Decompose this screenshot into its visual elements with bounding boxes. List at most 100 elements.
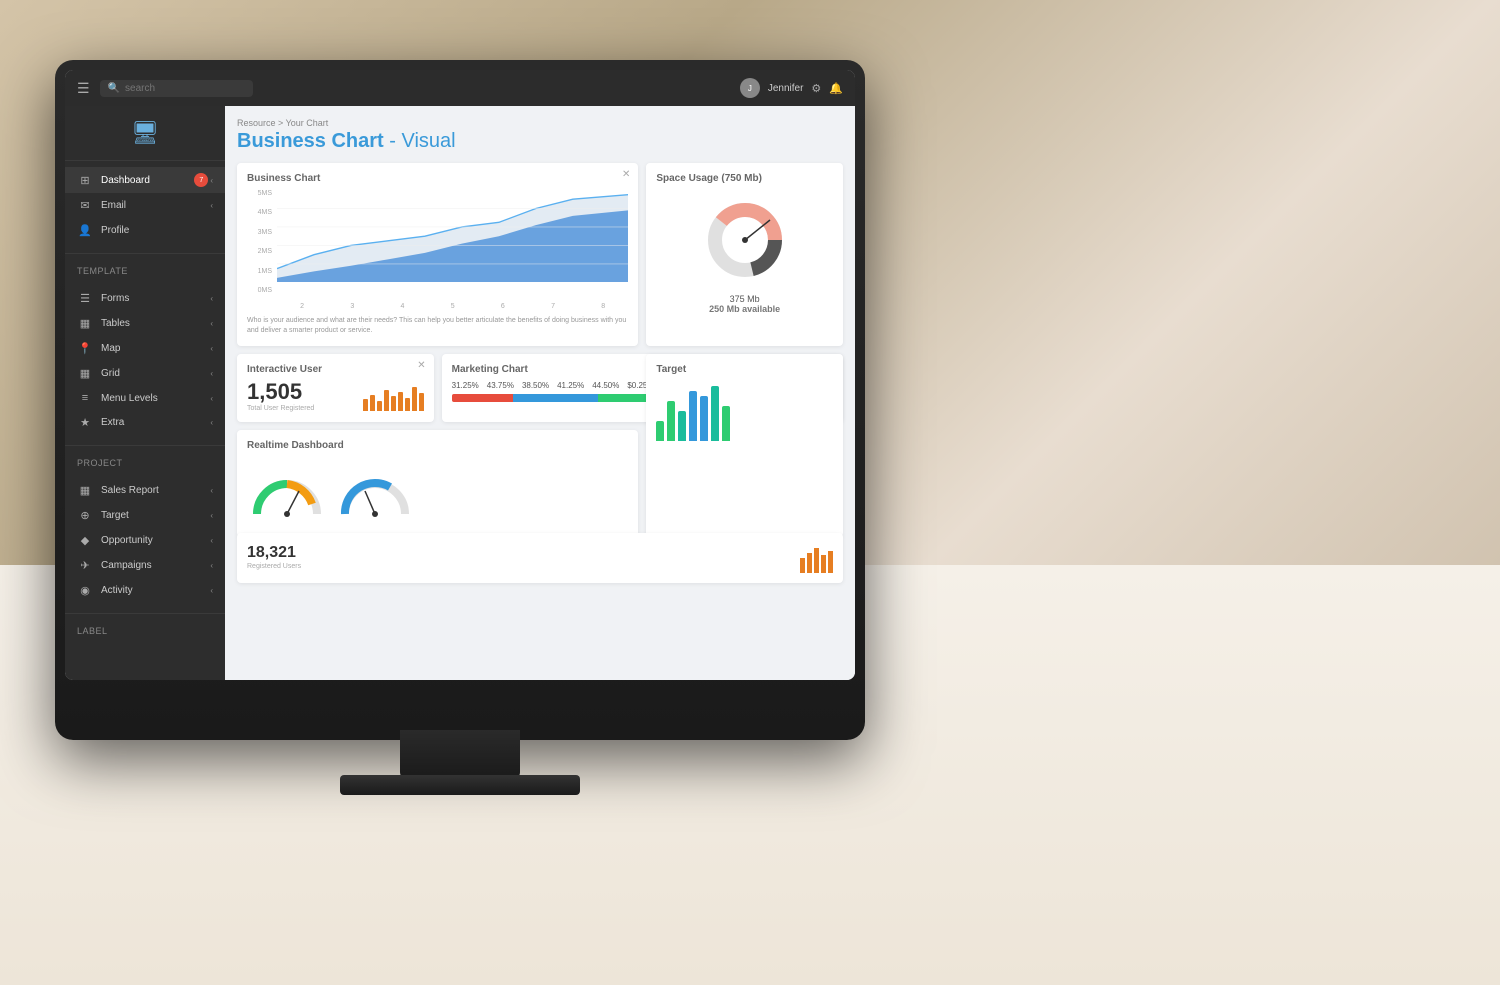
gauge-chart xyxy=(247,459,327,524)
sidebar-item-target[interactable]: ⊕ Target ‹ xyxy=(65,503,225,528)
page-title-prefix: Business Chart xyxy=(237,130,389,152)
chevron-icon: ‹ xyxy=(210,344,213,353)
card-realtime-dashboard: Realtime Dashboard xyxy=(237,430,638,537)
bar xyxy=(722,406,730,441)
y-label: 1MS xyxy=(247,268,275,275)
bar xyxy=(405,398,410,412)
breadcrumb: Resource > Your Chart xyxy=(237,118,843,128)
sidebar-item-menu-levels[interactable]: ≡ Menu Levels ‹ xyxy=(65,386,225,410)
chevron-icon: ‹ xyxy=(210,294,213,303)
chevron-icon: ‹ xyxy=(210,486,213,495)
y-label: 2MS xyxy=(247,248,275,255)
dashboard-badge: 7 xyxy=(194,173,208,187)
page-title: Business Chart - Visual xyxy=(237,130,843,153)
y-label: 0MS xyxy=(247,287,275,294)
chevron-icon: ‹ xyxy=(210,176,213,185)
sidebar-item-profile[interactable]: 👤 Profile xyxy=(65,218,225,243)
bar xyxy=(391,396,396,411)
map-icon: 📍 xyxy=(77,342,93,355)
chevron-icon: ‹ xyxy=(210,394,213,403)
hamburger-icon[interactable]: ☰ xyxy=(77,80,90,97)
x-axis-labels: 2 3 4 5 6 7 8 xyxy=(277,303,628,310)
chevron-icon: ‹ xyxy=(210,369,213,378)
x-label: 2 xyxy=(300,303,304,310)
x-label: 5 xyxy=(451,303,455,310)
monitor: ☰ 🔍 J Jennifer ⚙ 🔔 � xyxy=(55,60,865,740)
sidebar-item-map[interactable]: 📍 Map ‹ xyxy=(65,336,225,361)
sidebar-item-grid[interactable]: ▦ Grid ‹ xyxy=(65,361,225,386)
divider xyxy=(65,445,225,446)
bar-segment xyxy=(513,394,598,402)
campaigns-icon: ✈ xyxy=(77,559,93,572)
x-label: 3 xyxy=(350,303,354,310)
card-close-button[interactable]: ✕ xyxy=(417,360,425,371)
bar-segment xyxy=(452,394,513,402)
grid-icon: ▦ xyxy=(77,367,93,380)
topbar-right: J Jennifer ⚙ 🔔 xyxy=(740,78,843,98)
sidebar-item-campaigns[interactable]: ✈ Campaigns ‹ xyxy=(65,553,225,578)
bar xyxy=(667,401,675,441)
sidebar-item-label: Menu Levels xyxy=(101,393,208,404)
sidebar-item-label: Campaigns xyxy=(101,560,208,571)
user-count-label: Total User Registered xyxy=(247,405,314,412)
sidebar-item-extra[interactable]: ★ Extra ‹ xyxy=(65,410,225,435)
chevron-icon: ‹ xyxy=(210,561,213,570)
pct-label: 44.50% xyxy=(592,381,619,390)
divider xyxy=(65,253,225,254)
area-chart-svg xyxy=(277,190,628,282)
pct-label: 41.25% xyxy=(557,381,584,390)
monitor-base xyxy=(340,775,580,795)
space-used: 375 Mb xyxy=(656,294,833,304)
avatar: J xyxy=(740,78,760,98)
page-title-suffix: - Visual xyxy=(389,130,455,152)
sidebar-item-label: Map xyxy=(101,343,208,354)
sidebar-item-forms[interactable]: ☰ Forms ‹ xyxy=(65,286,225,311)
sidebar-item-label: Forms xyxy=(101,293,208,304)
sidebar-item-sales-report[interactable]: ▦ Sales Report ‹ xyxy=(65,478,225,503)
x-label: 4 xyxy=(401,303,405,310)
x-label: 6 xyxy=(501,303,505,310)
card-close-button[interactable]: ✕ xyxy=(622,169,630,180)
bar xyxy=(412,387,417,411)
sidebar-item-activity[interactable]: ◉ Activity ‹ xyxy=(65,578,225,603)
sidebar-item-tables[interactable]: ▦ Tables ‹ xyxy=(65,311,225,336)
sidebar-section-project-label: Project xyxy=(65,450,225,472)
sidebar-item-opportunity[interactable]: ◆ Opportunity ‹ xyxy=(65,528,225,553)
target-icon: ⊕ xyxy=(77,509,93,522)
bar xyxy=(384,390,389,411)
main-layout: 🖥 ⊞ Dashboard 7 ‹ ✉ Email ‹ xyxy=(65,106,855,680)
bar xyxy=(370,395,375,412)
chevron-icon: ‹ xyxy=(210,418,213,427)
sidebar-item-dashboard[interactable]: ⊞ Dashboard 7 ‹ xyxy=(65,167,225,193)
target-bar-chart xyxy=(656,381,833,441)
search-input[interactable] xyxy=(125,83,245,94)
card-business-chart: ✕ Business Chart 5MS 4MS 3MS 2MS 1MS 0MS xyxy=(237,163,638,346)
search-box[interactable]: 🔍 xyxy=(100,80,253,97)
sidebar-logo: 🖥 xyxy=(65,106,225,161)
card-target: Target xyxy=(646,354,843,537)
card-title: Interactive User xyxy=(247,364,424,375)
dashboard-icon: ⊞ xyxy=(77,174,93,187)
topbar: ☰ 🔍 J Jennifer ⚙ 🔔 xyxy=(65,70,855,106)
bell-icon[interactable]: 🔔 xyxy=(829,82,843,95)
gear-icon[interactable]: ⚙ xyxy=(811,82,821,95)
bar xyxy=(711,386,719,441)
tables-icon: ▦ xyxy=(77,317,93,330)
opportunity-icon: ◆ xyxy=(77,534,93,547)
stat-row: 1,505 Total User Registered xyxy=(247,381,424,412)
sidebar-item-label: Email xyxy=(101,200,208,211)
logo-icon: 🖥 xyxy=(131,120,159,146)
sidebar-section-label-label: Label xyxy=(65,618,225,640)
x-label: 7 xyxy=(551,303,555,310)
card-title: Target xyxy=(656,364,833,375)
sidebar-item-label: Sales Report xyxy=(101,485,208,496)
topbar-left: ☰ 🔍 xyxy=(77,80,253,97)
chevron-icon: ‹ xyxy=(210,201,213,210)
menu-levels-icon: ≡ xyxy=(77,392,93,404)
chevron-icon: ‹ xyxy=(210,319,213,328)
sidebar-item-email[interactable]: ✉ Email ‹ xyxy=(65,193,225,218)
pct-label: 38.50% xyxy=(522,381,549,390)
sidebar-item-label: Activity xyxy=(101,585,208,596)
sidebar-item-label: Opportunity xyxy=(101,535,208,546)
y-label: 3MS xyxy=(247,229,275,236)
